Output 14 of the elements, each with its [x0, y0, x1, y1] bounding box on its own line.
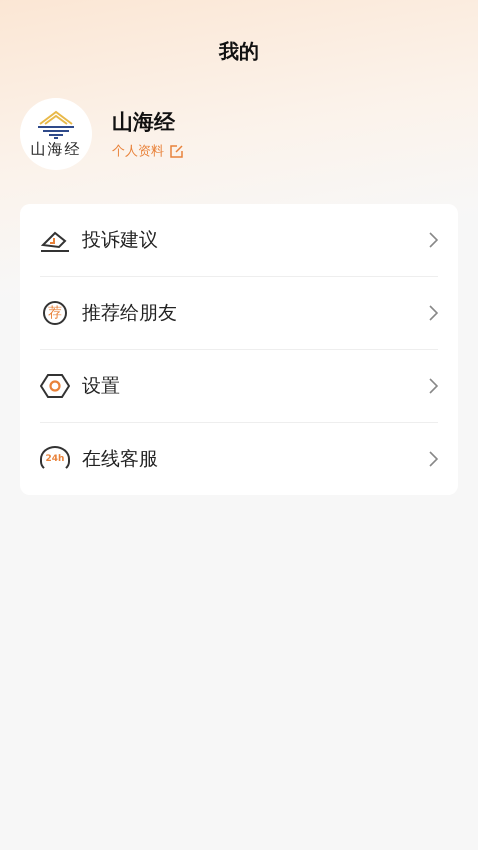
logo-text: 山海经	[30, 140, 82, 158]
page-title: 我的	[218, 38, 260, 65]
chevron-right-icon	[428, 232, 438, 248]
chevron-right-icon	[428, 378, 438, 394]
menu-item[interactable]: 设置	[40, 350, 438, 423]
menu-item[interactable]: 投诉建议	[40, 204, 438, 277]
menu-item[interactable]: 24h 在线客服	[40, 423, 438, 495]
menu-item[interactable]: 荐 推荐给朋友	[40, 277, 438, 350]
settings-icon	[40, 373, 70, 399]
chevron-right-icon	[428, 451, 438, 467]
user-name: 山海经	[112, 109, 176, 136]
recommend-icon: 荐	[43, 301, 67, 325]
edit-icon	[170, 144, 183, 158]
chevron-right-icon	[428, 305, 438, 321]
